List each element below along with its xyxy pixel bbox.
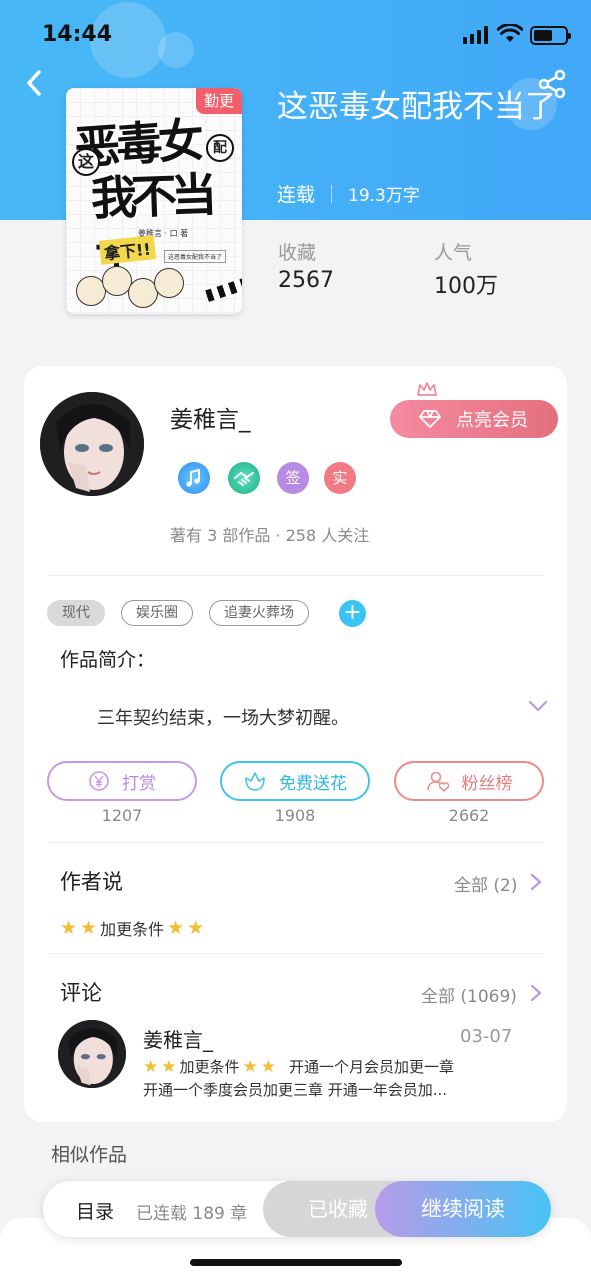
author-avatar[interactable] [40, 392, 144, 496]
bottom-action-bar: 目录 已连载 189 章 已收藏 继续阅读 [43, 1181, 551, 1237]
tag-item[interactable]: 追妻火葬场 [209, 600, 309, 626]
intro-label: 作品简介： [60, 649, 156, 671]
author-says-content[interactable]: ★ ★ 加更条件 ★ ★ [60, 916, 204, 940]
home-indicator[interactable] [190, 1259, 402, 1266]
handshake-icon[interactable] [228, 462, 260, 494]
flower-icon [245, 772, 265, 791]
back-arrow-icon[interactable] [22, 68, 48, 98]
comment-text-prefix: 加更条件 [179, 1058, 240, 1076]
author-works-summary: 著有 3 部作品 · 258 人关注 [170, 526, 370, 545]
diamond-icon [419, 410, 441, 428]
star-icon: ★ [187, 917, 205, 939]
book-cover[interactable]: 恶毒女 配 这 我不当了 姜稚言 · 口 著 拿下!! 这恶毒女配我不当了 [66, 88, 242, 314]
star-icon: ★ [143, 1056, 159, 1077]
popularity-label: 人气 [434, 242, 473, 264]
send-flower-count: 1908 [274, 806, 316, 825]
similar-works-title: 相似作品 [51, 1144, 128, 1166]
comments-all-link[interactable]: 全部 (1069) [421, 982, 517, 1007]
star-icon: ★ [161, 1056, 177, 1077]
fan-ranking-label: 粉丝榜 [461, 773, 513, 794]
send-flower-button[interactable]: 免费送花 [220, 761, 370, 801]
chevron-right-icon[interactable] [529, 872, 543, 892]
yen-coin-icon [89, 771, 109, 791]
continue-reading-button[interactable]: 继续阅读 [375, 1181, 551, 1237]
divider [48, 575, 544, 576]
music-note-icon[interactable] [178, 462, 210, 494]
star-icon: ★ [80, 917, 98, 939]
add-tag-button[interactable]: + [339, 600, 366, 627]
status-bar: 14:44 [0, 0, 591, 70]
reward-button[interactable]: 打赏 [47, 761, 197, 801]
chapter-count[interactable]: 已连载 189 章 [136, 1199, 247, 1224]
star-icon: ★ [242, 1056, 258, 1077]
comment-author-name[interactable]: 姜稚言_ [143, 1024, 213, 1053]
author-name[interactable]: 姜稚言_ [170, 400, 251, 434]
fan-ranking-count: 2662 [448, 806, 490, 825]
fan-user-icon [426, 771, 449, 793]
comment-text-suffix: 开通一个月会员加更一章 [289, 1058, 455, 1076]
book-title: 这恶毒女配我不当了 [277, 89, 556, 125]
reward-count: 1207 [101, 806, 143, 825]
favorites-value: 2567 [278, 268, 334, 293]
battery-icon [530, 26, 571, 45]
activate-vip-button[interactable]: 点亮会员 [390, 400, 558, 438]
wifi-icon [497, 24, 523, 42]
divider [48, 842, 544, 843]
send-flower-label: 免费送花 [279, 773, 347, 794]
cover-illustration [76, 258, 196, 308]
popularity-value: 100万 [434, 274, 498, 299]
star-icon: ★ [260, 1056, 277, 1077]
comment-text-line1: ★ ★ 加更条件 ★ ★ 开通一个月会员加更一章 [143, 1056, 454, 1077]
vip-button-label: 点亮会员 [456, 410, 528, 431]
table-of-contents-button[interactable]: 目录 [76, 1197, 114, 1224]
divider [48, 953, 544, 954]
author-says-all-link[interactable]: 全部 (2) [454, 871, 517, 896]
comment-date: 03-07 [460, 1026, 513, 1047]
expand-chevron-icon[interactable] [527, 698, 549, 714]
real-name-badge-icon[interactable]: 实 [324, 462, 356, 494]
author-says-title: 作者说 [60, 870, 123, 894]
status-time: 14:44 [42, 22, 113, 47]
comments-title: 评论 [60, 981, 102, 1005]
serial-status: 连载 [277, 184, 316, 206]
favorites-label: 收藏 [278, 242, 317, 264]
cellular-signal-icon [463, 26, 488, 44]
chevron-right-icon[interactable] [529, 983, 543, 1003]
tag-genre[interactable]: 现代 [47, 600, 105, 626]
word-count: 19.3万字 [348, 186, 420, 206]
book-meta: 连载 19.3万字 [277, 180, 420, 207]
intro-text: 三年契约结束，一场大梦初醒。 [97, 708, 349, 729]
star-icon: ★ [60, 917, 78, 939]
tag-item[interactable]: 娱乐圈 [121, 600, 193, 626]
meta-divider [331, 184, 333, 203]
reward-label: 打赏 [122, 773, 156, 794]
comment-avatar[interactable] [58, 1020, 126, 1088]
sign-badge-icon[interactable]: 签 [277, 462, 309, 494]
star-icon: ★ [167, 917, 185, 939]
update-badge: 勤更 [196, 88, 242, 114]
fan-ranking-button[interactable]: 粉丝榜 [394, 761, 544, 801]
comment-text-line2: 开通一个季度会员加更三章 开通一年会员加... [143, 1081, 448, 1099]
author-says-text: 加更条件 [100, 920, 165, 939]
crown-icon [417, 382, 437, 396]
